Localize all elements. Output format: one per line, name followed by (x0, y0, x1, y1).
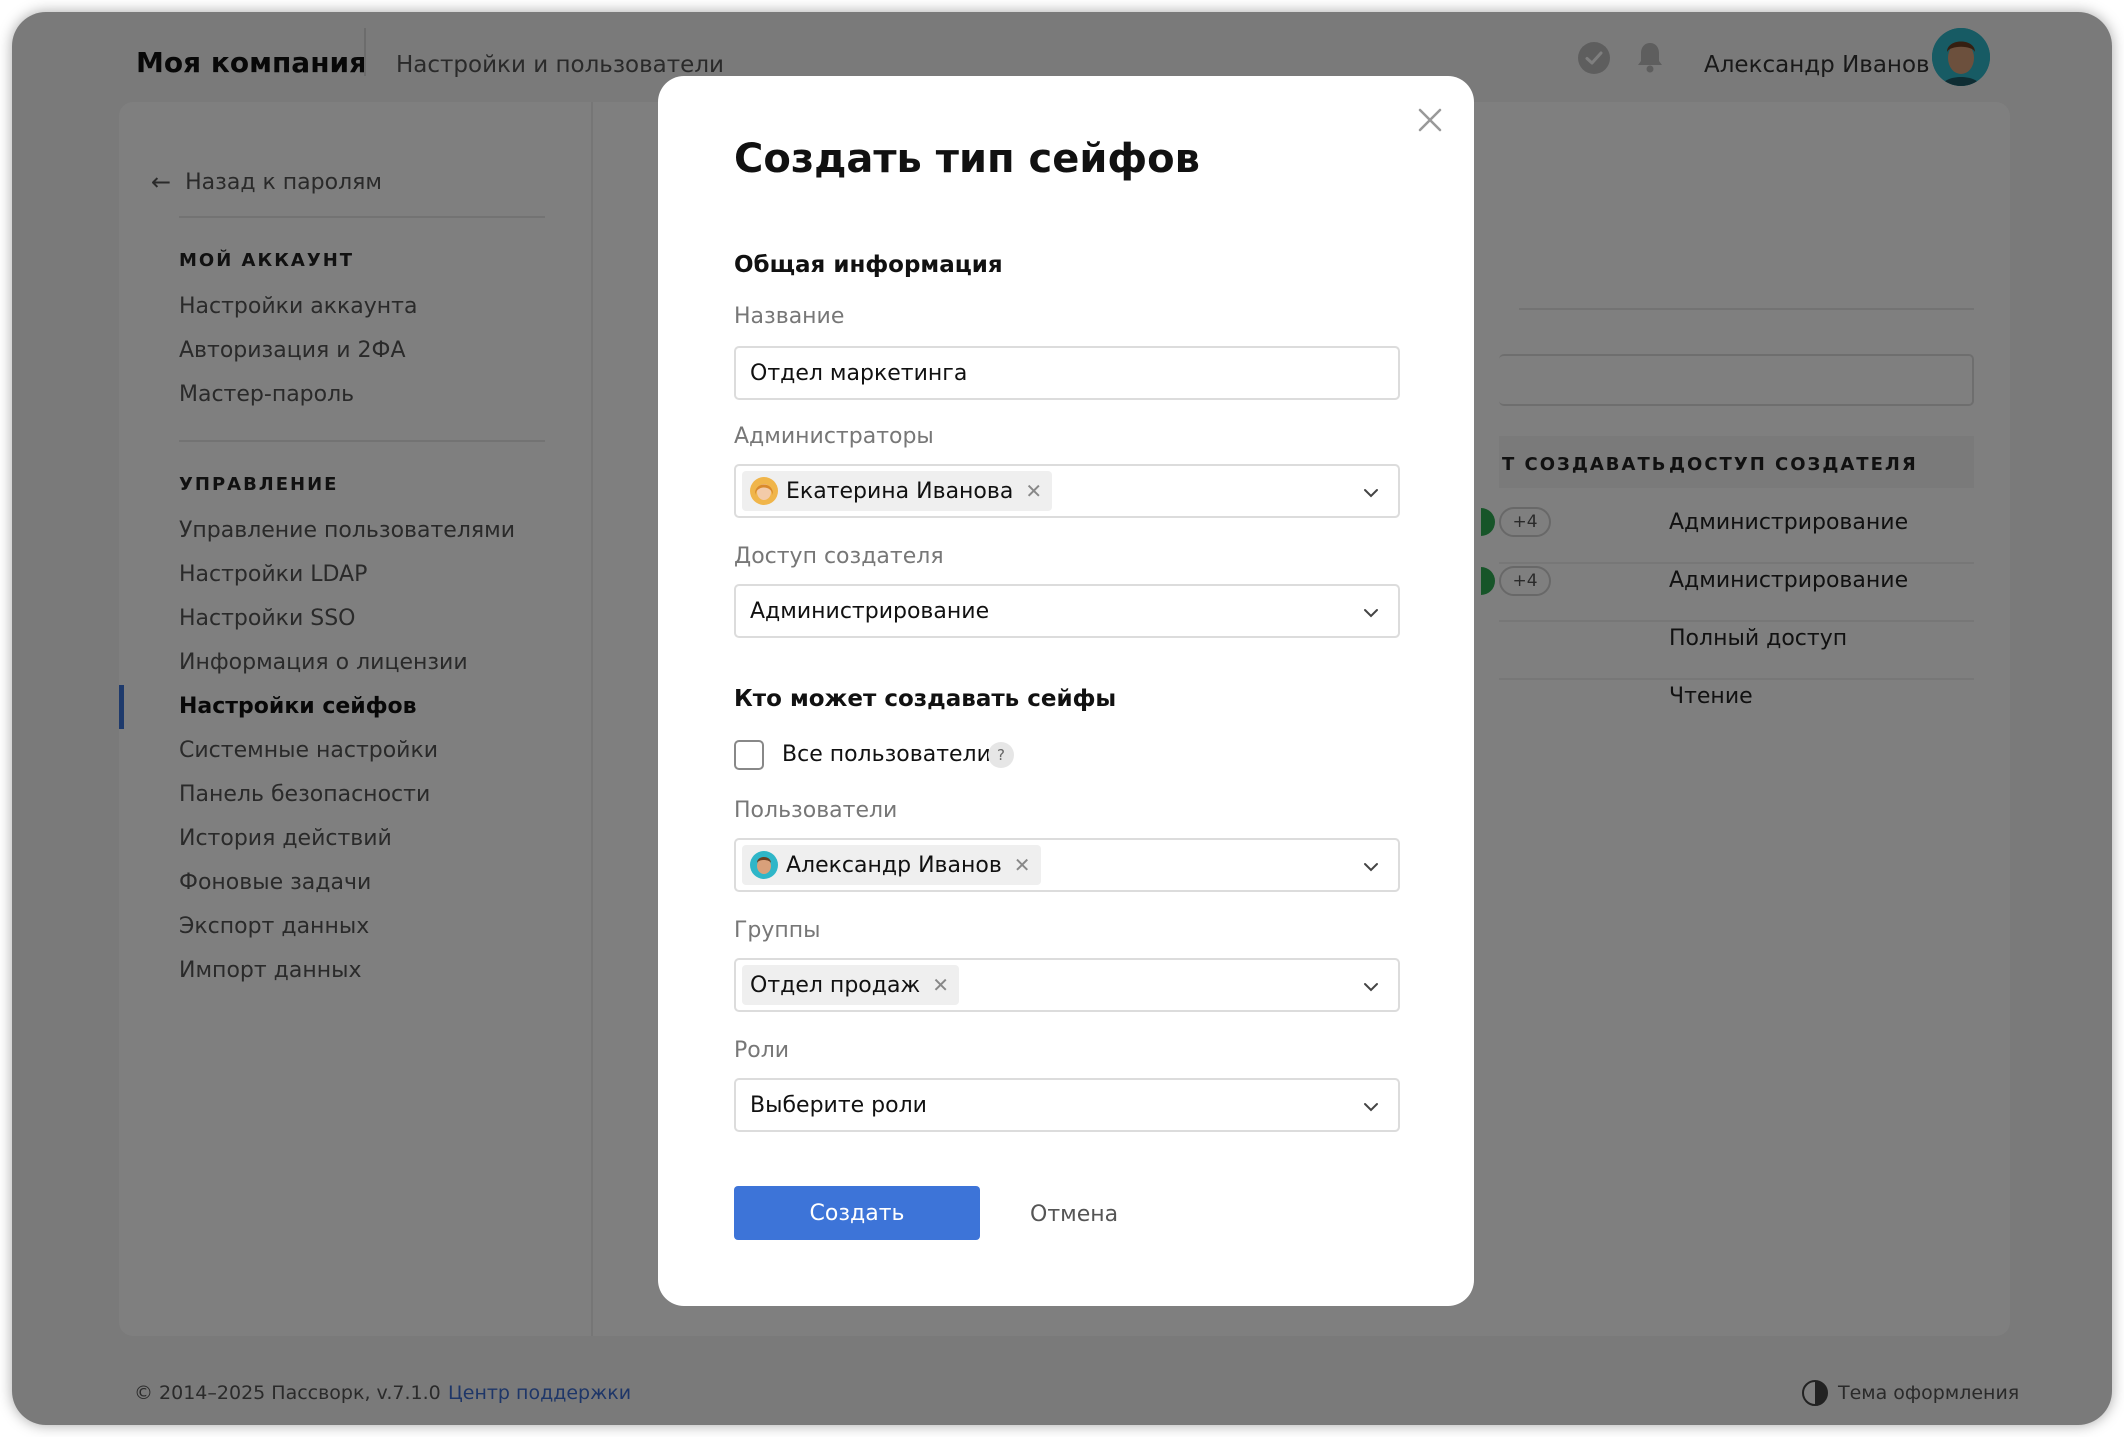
remove-chip-icon[interactable]: ✕ (1014, 853, 1031, 877)
user-chip-label: Александр Иванов (786, 852, 1002, 878)
help-icon[interactable]: ? (988, 742, 1014, 768)
chevron-down-icon[interactable] (1362, 858, 1380, 876)
roles-select[interactable]: Выберите роли (734, 1078, 1400, 1132)
close-icon[interactable] (1410, 100, 1450, 140)
group-chip: Отдел продаж ✕ (742, 965, 960, 1005)
all-users-label[interactable]: Все пользователи (782, 742, 991, 767)
name-input[interactable]: Отдел маркетинга (734, 346, 1400, 400)
groups-select[interactable]: Отдел продаж ✕ (734, 958, 1400, 1012)
group-chip-label: Отдел продаж (750, 972, 921, 998)
avatar (750, 851, 778, 879)
create-button[interactable]: Создать (734, 1186, 980, 1240)
users-select[interactable]: Александр Иванов ✕ (734, 838, 1400, 892)
creator-access-value: Администрирование (750, 598, 990, 624)
remove-chip-icon[interactable]: ✕ (932, 973, 949, 997)
chevron-down-icon[interactable] (1362, 484, 1380, 502)
name-input-value: Отдел маркетинга (750, 360, 968, 386)
name-label: Название (734, 304, 845, 329)
admins-label: Администраторы (734, 424, 934, 449)
user-chip: Александр Иванов ✕ (742, 845, 1041, 885)
avatar (750, 477, 778, 505)
roles-label: Роли (734, 1038, 790, 1063)
general-info-heading: Общая информация (734, 252, 1003, 278)
admin-chip-label: Екатерина Иванова (786, 478, 1014, 504)
create-vault-type-modal: Создать тип сейфов Общая информация Назв… (658, 76, 1474, 1306)
chevron-down-icon[interactable] (1362, 1098, 1380, 1116)
all-users-checkbox[interactable] (734, 740, 764, 770)
modal-title: Создать тип сейфов (734, 136, 1200, 182)
remove-chip-icon[interactable]: ✕ (1025, 479, 1042, 503)
who-can-create-heading: Кто может создавать сейфы (734, 686, 1117, 712)
chevron-down-icon[interactable] (1362, 978, 1380, 996)
chevron-down-icon[interactable] (1362, 604, 1380, 622)
app-window: Моя компания Настройки и пользователи Ал… (12, 12, 2112, 1425)
groups-label: Группы (734, 918, 821, 943)
cancel-button[interactable]: Отмена (1030, 1202, 1118, 1227)
roles-placeholder: Выберите роли (750, 1092, 927, 1118)
creator-access-label: Доступ создателя (734, 544, 944, 569)
users-label: Пользователи (734, 798, 898, 823)
creator-access-select[interactable]: Администрирование (734, 584, 1400, 638)
admin-chip: Екатерина Иванова ✕ (742, 471, 1053, 511)
admins-select[interactable]: Екатерина Иванова ✕ (734, 464, 1400, 518)
